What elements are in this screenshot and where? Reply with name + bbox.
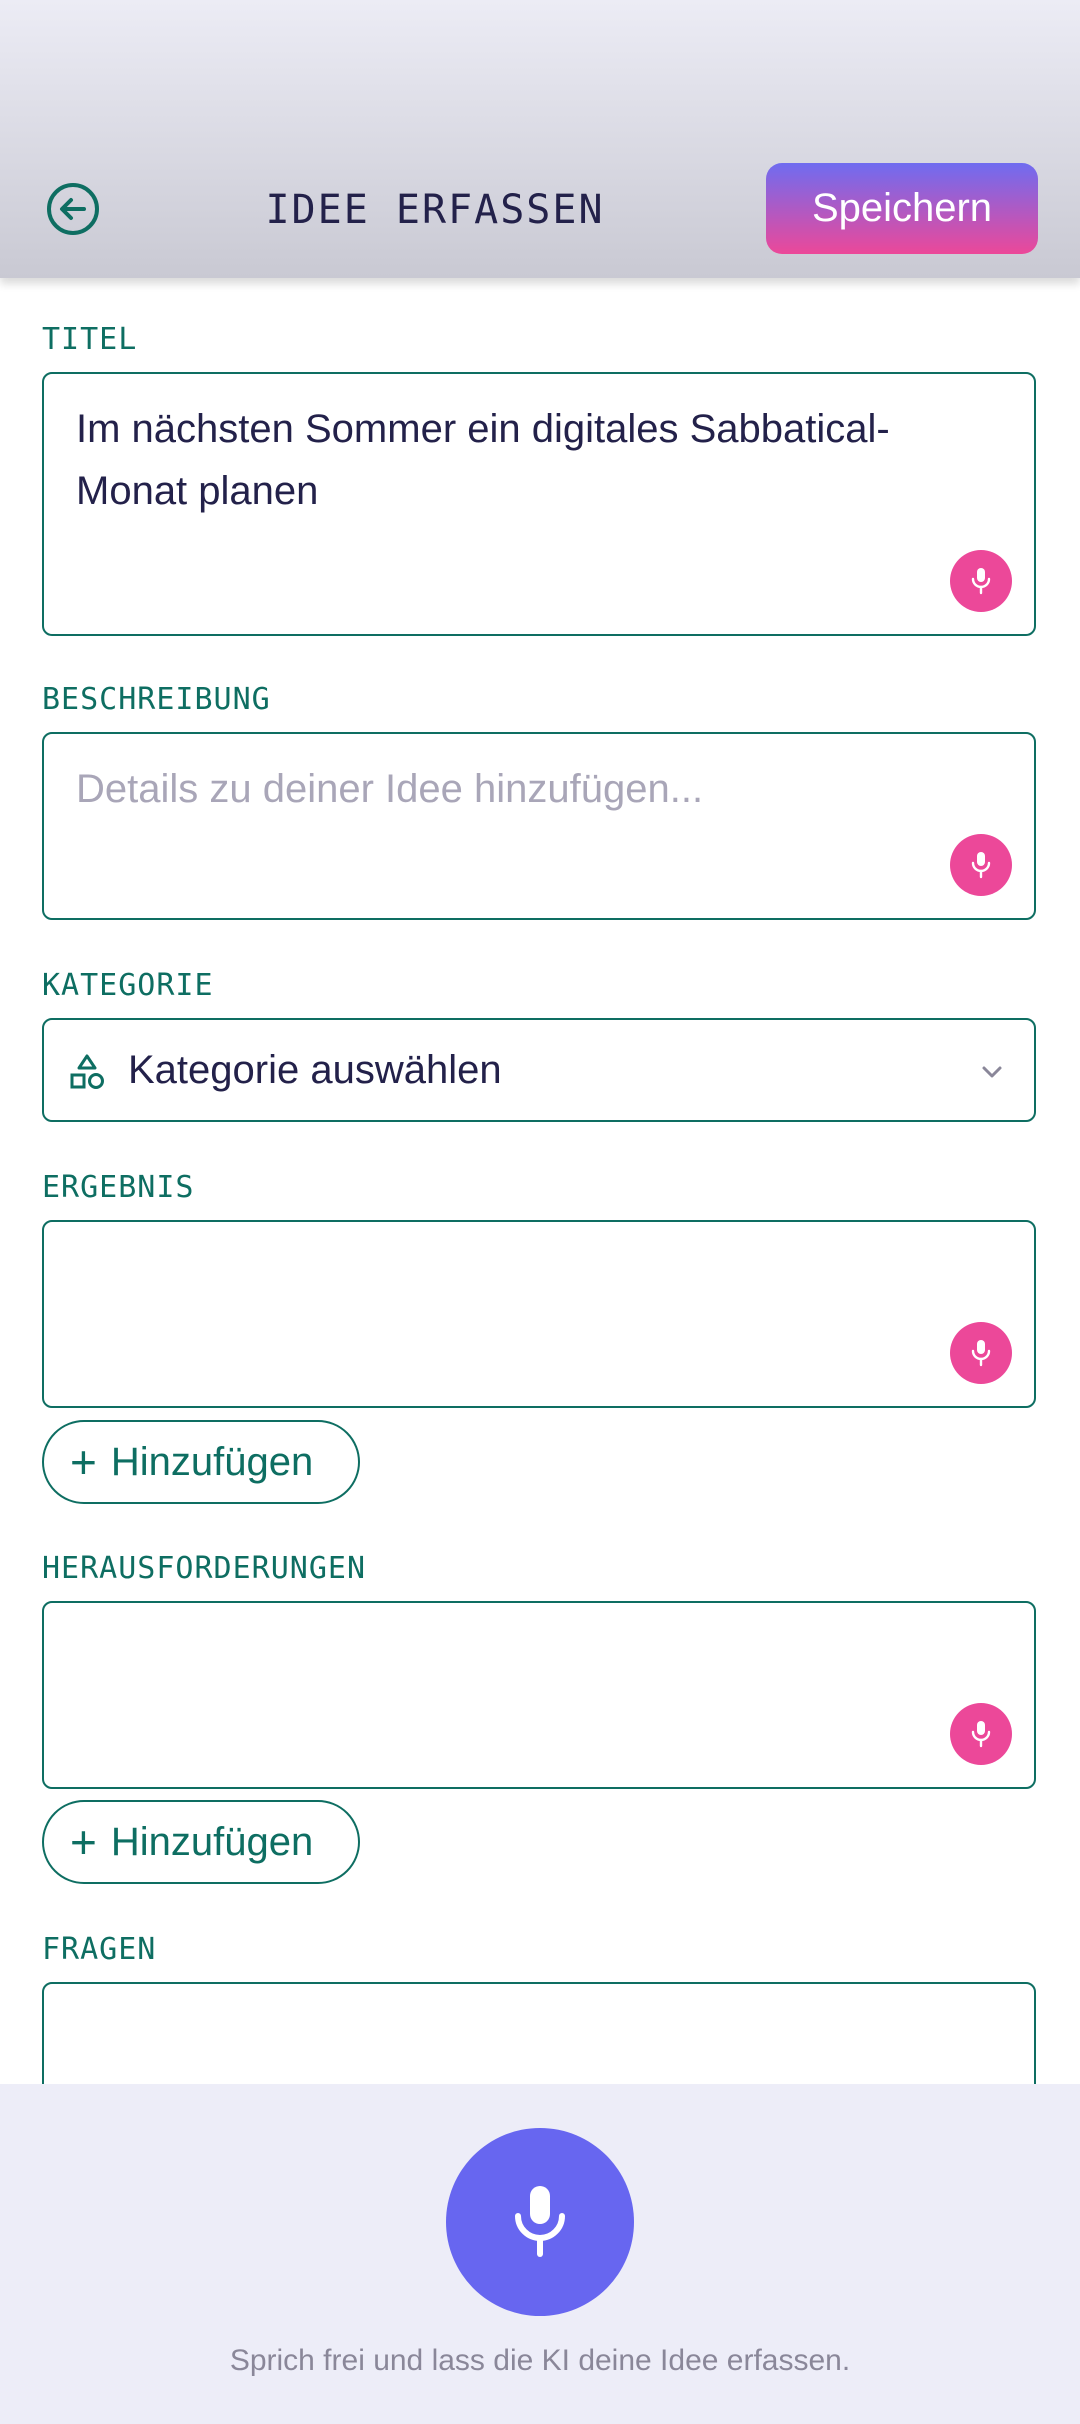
- plus-icon: +: [70, 1816, 97, 1868]
- result-add-button[interactable]: + Hinzufügen: [42, 1420, 360, 1504]
- description-field[interactable]: Details zu deiner Idee hinzufügen...: [42, 732, 1036, 920]
- result-field[interactable]: [42, 1220, 1036, 1408]
- voice-hint: Sprich frei und lass die KI deine Idee e…: [229, 2344, 851, 2377]
- title-field[interactable]: Im nächsten Sommer ein digitales Sabbati…: [42, 372, 1036, 636]
- microphone-icon: [971, 1721, 991, 1748]
- page-title: IDEE ERFASSEN: [265, 187, 605, 233]
- challenges-mic-button[interactable]: [950, 1703, 1012, 1765]
- category-label: KATEGORIE: [42, 968, 214, 1003]
- description-placeholder: Details zu deiner Idee hinzufügen...: [76, 767, 704, 811]
- chevron-down-icon: [982, 1066, 1002, 1078]
- questions-label: FRAGEN: [42, 1932, 157, 1967]
- title-label: TITEL: [42, 322, 138, 357]
- plus-icon: +: [70, 1436, 97, 1488]
- title-mic-button[interactable]: [950, 550, 1012, 612]
- challenges-label: HERAUSFORDERUNGEN: [42, 1551, 367, 1586]
- shapes-icon: [70, 1054, 104, 1089]
- voice-panel: Sprich frei und lass die KI deine Idee e…: [0, 2084, 1080, 2424]
- microphone-icon: [515, 2186, 565, 2257]
- title-text: Im nächsten Sommer ein digitales Sabbati…: [76, 407, 890, 513]
- result-mic-button[interactable]: [950, 1322, 1012, 1384]
- app-bar: IDEE ERFASSEN Speichern: [0, 0, 1080, 278]
- result-label: ERGEBNIS: [42, 1170, 195, 1205]
- result-add-label: Hinzufügen: [110, 1439, 314, 1484]
- category-select[interactable]: Kategorie auswählen: [42, 1018, 1036, 1122]
- save-button[interactable]: Speichern: [766, 163, 1038, 254]
- challenges-add-label: Hinzufügen: [110, 1819, 314, 1864]
- description-label: BESCHREIBUNG: [42, 682, 271, 717]
- challenges-field[interactable]: [42, 1601, 1036, 1789]
- microphone-icon: [971, 568, 991, 595]
- challenges-add-button[interactable]: + Hinzufügen: [42, 1800, 360, 1884]
- microphone-icon: [971, 1340, 991, 1367]
- description-mic-button[interactable]: [950, 834, 1012, 896]
- category-selected-value: Kategorie auswählen: [128, 1048, 502, 1092]
- voice-record-button[interactable]: [446, 2128, 634, 2316]
- microphone-icon: [971, 852, 991, 879]
